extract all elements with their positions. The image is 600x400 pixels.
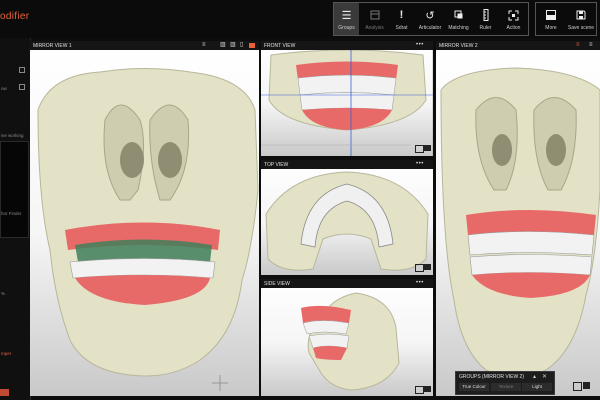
mirror-2-layout-button[interactable] bbox=[573, 382, 582, 391]
viewport-mirror-view-2[interactable]: MIRROR VIEW 2 ≡ ≡ bbox=[436, 41, 600, 396]
top-toolbar: odifier ☰ Groups Analysis ! Sdrat ↺ Arti… bbox=[0, 0, 600, 38]
ruler-icon bbox=[483, 8, 489, 22]
action-button[interactable]: Action bbox=[500, 0, 527, 38]
texture-button[interactable]: Texture bbox=[491, 383, 521, 391]
viewport-front-view[interactable]: FRONT VIEW ••• bbox=[261, 41, 433, 156]
undo-icon: ↺ bbox=[425, 9, 435, 22]
side-view-layout-button[interactable] bbox=[424, 386, 431, 392]
viewport-title: SIDE VIEW bbox=[264, 281, 290, 287]
articulator-button[interactable]: ↺ Articulator bbox=[416, 0, 444, 38]
front-view-layout-button[interactable] bbox=[424, 145, 431, 151]
analysis-icon bbox=[370, 8, 380, 22]
skull-render-mirror-2 bbox=[440, 67, 600, 378]
menu-icon: ☰ bbox=[341, 9, 352, 22]
close-viewport-icon[interactable] bbox=[249, 43, 255, 48]
left-panel-label: % bbox=[1, 291, 6, 296]
layout-split-icon[interactable]: ▥ bbox=[230, 42, 236, 49]
mirror-2-layout-button[interactable] bbox=[583, 382, 590, 389]
left-panel-list[interactable] bbox=[0, 141, 29, 238]
matching-icon bbox=[454, 8, 464, 22]
save-icon bbox=[576, 8, 586, 22]
teeth-render-front bbox=[261, 50, 433, 156]
viewport-header: FRONT VIEW ••• bbox=[261, 41, 433, 50]
left-panel-action-bar[interactable] bbox=[0, 389, 9, 396]
viewport-mirror-view-1[interactable]: MIRROR VIEW 1 ≡ ▥ ▥ ▯ bbox=[30, 41, 259, 396]
sdrat-button[interactable]: ! Sdrat bbox=[389, 0, 414, 38]
left-panel-checkbox-1[interactable] bbox=[19, 67, 25, 73]
menu-icon[interactable]: ≡ bbox=[202, 42, 206, 49]
skull-render-mirror-1 bbox=[37, 68, 259, 391]
viewport-side-view[interactable]: SIDE VIEW ••• bbox=[261, 279, 433, 396]
top-view-layout-button[interactable] bbox=[424, 264, 431, 270]
close-icon[interactable]: ✕ bbox=[542, 373, 547, 380]
groups-button[interactable]: ☰ Groups bbox=[334, 0, 359, 38]
groups-panel: GROUPS (MIRROR VIEW 2) ▴ ✕ True Colour T… bbox=[455, 371, 555, 395]
more-dots-icon[interactable]: ••• bbox=[416, 280, 424, 287]
analysis-button[interactable]: Analysis bbox=[361, 0, 388, 38]
groups-panel-title: GROUPS (MIRROR VIEW 2) bbox=[459, 374, 525, 380]
layout-grid-icon[interactable]: ▥ bbox=[220, 42, 226, 49]
front-view-layout-button[interactable] bbox=[415, 145, 424, 153]
ruler-button[interactable]: Ruler bbox=[473, 0, 498, 38]
viewport-header: MIRROR VIEW 2 ≡ ≡ bbox=[436, 41, 600, 50]
viewport-title: FRONT VIEW bbox=[264, 43, 296, 49]
more-dots-icon[interactable]: ••• bbox=[416, 161, 424, 168]
left-panel-label: ow bbox=[1, 86, 7, 91]
save-scene-button[interactable]: Save scene bbox=[566, 0, 596, 38]
left-panel-label: ive working bbox=[1, 133, 24, 138]
skull-render-side bbox=[301, 292, 400, 391]
menu-icon[interactable]: ≡ bbox=[589, 42, 593, 49]
viewport-title: TOP VIEW bbox=[264, 162, 289, 168]
viewport-title: MIRROR VIEW 2 bbox=[439, 43, 478, 49]
top-view-layout-button[interactable] bbox=[415, 264, 424, 272]
side-view-layout-button[interactable] bbox=[415, 386, 424, 394]
exclamation-icon: ! bbox=[399, 9, 404, 21]
collapse-icon[interactable]: ▴ bbox=[533, 373, 536, 380]
more-dots-icon[interactable]: ••• bbox=[416, 42, 424, 49]
left-side-panel: ow ive working hor Finder % mper bbox=[0, 38, 31, 400]
layout-single-icon[interactable]: ▯ bbox=[240, 42, 243, 49]
menu-icon[interactable]: ≡ bbox=[576, 42, 580, 49]
target-icon bbox=[508, 8, 519, 22]
teeth-render-top bbox=[265, 171, 429, 271]
app-title: odifier bbox=[0, 11, 30, 22]
left-panel-checkbox-2[interactable] bbox=[19, 84, 25, 90]
viewport-top-view[interactable]: TOP VIEW ••• bbox=[261, 160, 433, 275]
viewport-header: TOP VIEW ••• bbox=[261, 160, 433, 169]
viewport-header: SIDE VIEW ••• bbox=[261, 279, 433, 288]
left-panel-label: hor Finder bbox=[1, 211, 22, 216]
more-icon bbox=[546, 8, 556, 22]
true-colour-button[interactable]: True Colour bbox=[459, 383, 489, 391]
more-button[interactable]: More bbox=[537, 0, 565, 38]
viewport-header: MIRROR VIEW 1 ≡ ▥ ▥ ▯ bbox=[30, 41, 259, 50]
left-panel-label: mper bbox=[1, 351, 12, 356]
matching-button[interactable]: Matching bbox=[445, 0, 472, 38]
light-button[interactable]: Light bbox=[522, 383, 552, 391]
viewport-title: MIRROR VIEW 1 bbox=[33, 43, 72, 49]
